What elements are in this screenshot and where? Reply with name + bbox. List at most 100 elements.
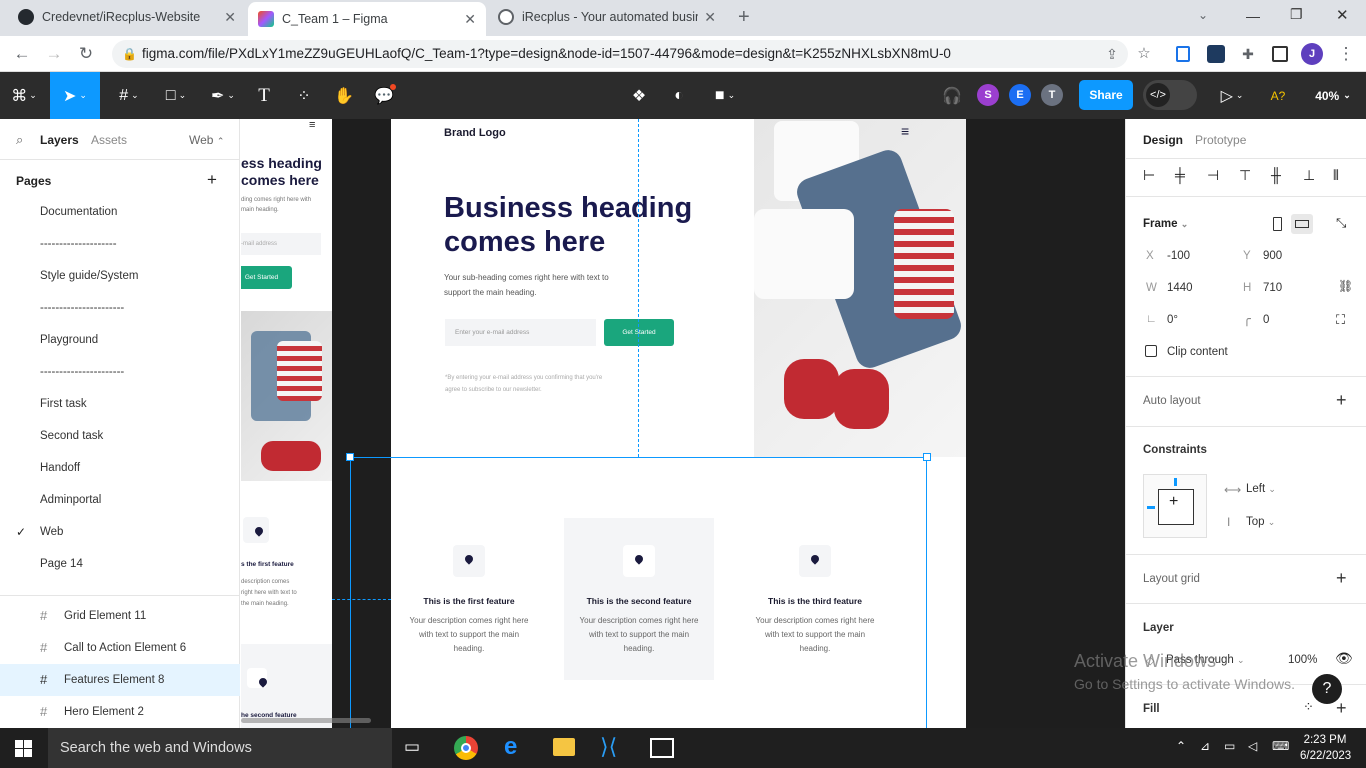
collaborator-avatar-s[interactable]: S	[977, 84, 999, 106]
react-devtools-icon[interactable]	[1207, 45, 1225, 63]
opacity-field[interactable]: 100%	[1288, 654, 1317, 666]
align-right-icon[interactable]: ⊣	[1207, 167, 1219, 184]
search-icon[interactable]: ⌕	[16, 132, 23, 148]
clip-content-checkbox[interactable]	[1145, 345, 1157, 357]
close-tab-icon[interactable]: ✕	[704, 9, 716, 26]
distribute-icon[interactable]: ⫴	[1333, 167, 1339, 184]
collaborator-avatar-e[interactable]: E	[1009, 84, 1031, 106]
puzzle-icon[interactable]: ✚	[1236, 42, 1260, 66]
volume-icon[interactable]: ◁	[1248, 739, 1257, 753]
page-item[interactable]: ----------------------	[40, 366, 124, 378]
profile-avatar[interactable]: J	[1301, 43, 1323, 65]
frame-dropdown[interactable]: Frame ⌄	[1143, 218, 1188, 230]
resize-fit-icon[interactable]: ⤡	[1336, 215, 1346, 231]
close-tab-icon[interactable]: ✕	[464, 11, 476, 28]
y-field[interactable]: 900	[1263, 250, 1282, 262]
tab-search-icon[interactable]: ⌄	[1198, 8, 1208, 22]
align-center-h-icon[interactable]: ╪	[1175, 167, 1185, 183]
contrast-icon[interactable]: ◐	[665, 72, 693, 119]
align-bottom-icon[interactable]: ⊥	[1303, 167, 1315, 184]
windows-start-icon[interactable]	[15, 740, 32, 757]
sidepanel-icon[interactable]	[1272, 46, 1288, 62]
minimize-icon[interactable]: —	[1246, 8, 1260, 24]
reload-icon[interactable]: ↻	[74, 42, 98, 66]
width-field[interactable]: 1440	[1167, 282, 1193, 294]
tab-assets[interactable]: Assets	[91, 133, 127, 147]
present-icon[interactable]: ▷ ⌄	[1214, 72, 1250, 119]
extension-icon[interactable]	[1176, 46, 1190, 62]
kebab-menu-icon[interactable]: ⋮	[1334, 42, 1358, 66]
rotation-field[interactable]: 0°	[1167, 314, 1178, 326]
page-item[interactable]: ----------------------	[40, 302, 124, 314]
horizontal-scrollbar[interactable]	[241, 718, 371, 723]
browser-tab-figma[interactable]: C_Team 1 – Figma ✕	[248, 2, 486, 36]
mobile-frame[interactable]: ≡ ess heading comes here ding comes righ…	[241, 119, 332, 728]
back-icon[interactable]: ←	[10, 42, 34, 66]
styles-grid-icon[interactable]: ⁘	[1303, 699, 1314, 715]
page-item[interactable]: --------------------	[40, 238, 117, 250]
show-hidden-icons-icon[interactable]: ⌃	[1176, 739, 1186, 753]
add-fill-icon[interactable]: +	[1336, 698, 1347, 719]
close-window-icon[interactable]: ✕	[1336, 6, 1349, 24]
layer-row[interactable]: # Call to Action Element 6	[0, 632, 240, 664]
url-field[interactable]: 🔒 figma.com/file/PXdLxY1meZZ9uGEUHLaofQ/…	[112, 40, 1128, 68]
tab-design[interactable]: Design	[1143, 133, 1183, 147]
add-layout-grid-icon[interactable]: +	[1336, 568, 1347, 589]
align-top-icon[interactable]: ⊤	[1239, 167, 1251, 184]
network-icon[interactable]: ⊿	[1200, 739, 1210, 753]
hero-frame[interactable]: Brand Logo Business heading comes here Y…	[391, 119, 966, 457]
rectangle-tool-icon[interactable]: □ ⌄	[155, 72, 197, 119]
constraint-left-indicator[interactable]	[1147, 506, 1155, 509]
radius-field[interactable]: 0	[1263, 314, 1269, 326]
text-tool-icon[interactable]: T	[250, 72, 278, 119]
align-left-icon[interactable]: ⊢	[1143, 167, 1155, 184]
layer-row[interactable]: # Hero Element 2	[0, 696, 240, 728]
browser-tab-github[interactable]: Credevnet/iRecplus-Website ✕	[8, 0, 246, 34]
new-tab-button[interactable]: +	[738, 6, 750, 29]
help-button[interactable]: ?	[1312, 674, 1342, 704]
x-field[interactable]: -100	[1167, 250, 1190, 262]
task-view-icon[interactable]: ▭	[404, 737, 420, 757]
pen-tool-icon[interactable]: ✒ ⌄	[202, 72, 244, 119]
page-item[interactable]: Adminportal	[40, 494, 101, 506]
page-item[interactable]: Playground	[40, 334, 98, 346]
selection-box[interactable]	[350, 457, 927, 728]
page-item-current[interactable]: Web	[40, 526, 63, 538]
constrain-proportions-icon[interactable]: ⛓	[1338, 279, 1353, 293]
frame-tool-icon[interactable]: # ⌄	[108, 72, 150, 119]
restore-icon[interactable]: ❐	[1290, 6, 1303, 23]
boolean-icon[interactable]: ■ ⌄	[705, 72, 745, 119]
page-item[interactable]: Second task	[40, 430, 103, 442]
comment-tool-icon[interactable]: 💬	[370, 72, 398, 119]
battery-icon[interactable]: ▭	[1224, 739, 1235, 753]
vertical-constraint-dropdown[interactable]: Top ⌄	[1246, 516, 1275, 528]
browser-tab-irecplus[interactable]: iRecplus - Your automated busin ✕	[488, 0, 726, 34]
vscode-taskbar-icon[interactable]: ⟩⟨	[600, 734, 617, 760]
resize-handle[interactable]	[346, 453, 354, 461]
ai-label[interactable]: A?	[1264, 72, 1292, 119]
tab-prototype[interactable]: Prototype	[1195, 133, 1246, 147]
file-explorer-icon[interactable]	[553, 738, 575, 756]
page-item[interactable]: First task	[40, 398, 87, 410]
taskbar-search-box[interactable]: Search the web and Windows	[48, 728, 392, 768]
collaborator-avatar-t[interactable]: T	[1041, 84, 1063, 106]
forward-icon[interactable]: →	[42, 42, 66, 66]
dev-mode-toggle[interactable]: </>	[1143, 80, 1197, 110]
bookmark-star-icon[interactable]: ☆	[1132, 42, 1156, 66]
eye-icon[interactable]: 👁	[1335, 650, 1353, 667]
page-item[interactable]: Handoff	[40, 462, 80, 474]
page-switcher[interactable]: Web ⌃	[189, 133, 224, 147]
page-item[interactable]: Page 14	[40, 558, 83, 570]
resources-icon[interactable]: ⁘	[290, 72, 318, 119]
constraints-widget[interactable]: +	[1143, 474, 1207, 538]
independent-corners-icon[interactable]: ⛶	[1336, 312, 1345, 328]
headphones-icon[interactable]: 🎧	[938, 72, 966, 119]
portrait-icon[interactable]	[1273, 217, 1282, 231]
zoom-dropdown[interactable]: 40% ⌄	[1308, 72, 1358, 119]
chrome-taskbar-icon[interactable]	[454, 736, 478, 760]
move-tool-icon[interactable]: ➤ ⌄	[50, 72, 100, 119]
add-page-icon[interactable]: +	[207, 170, 217, 190]
photos-taskbar-icon[interactable]	[650, 738, 674, 758]
landscape-toggle[interactable]	[1291, 214, 1313, 234]
clock[interactable]: 2:23 PM 6/22/2023	[1300, 732, 1351, 764]
